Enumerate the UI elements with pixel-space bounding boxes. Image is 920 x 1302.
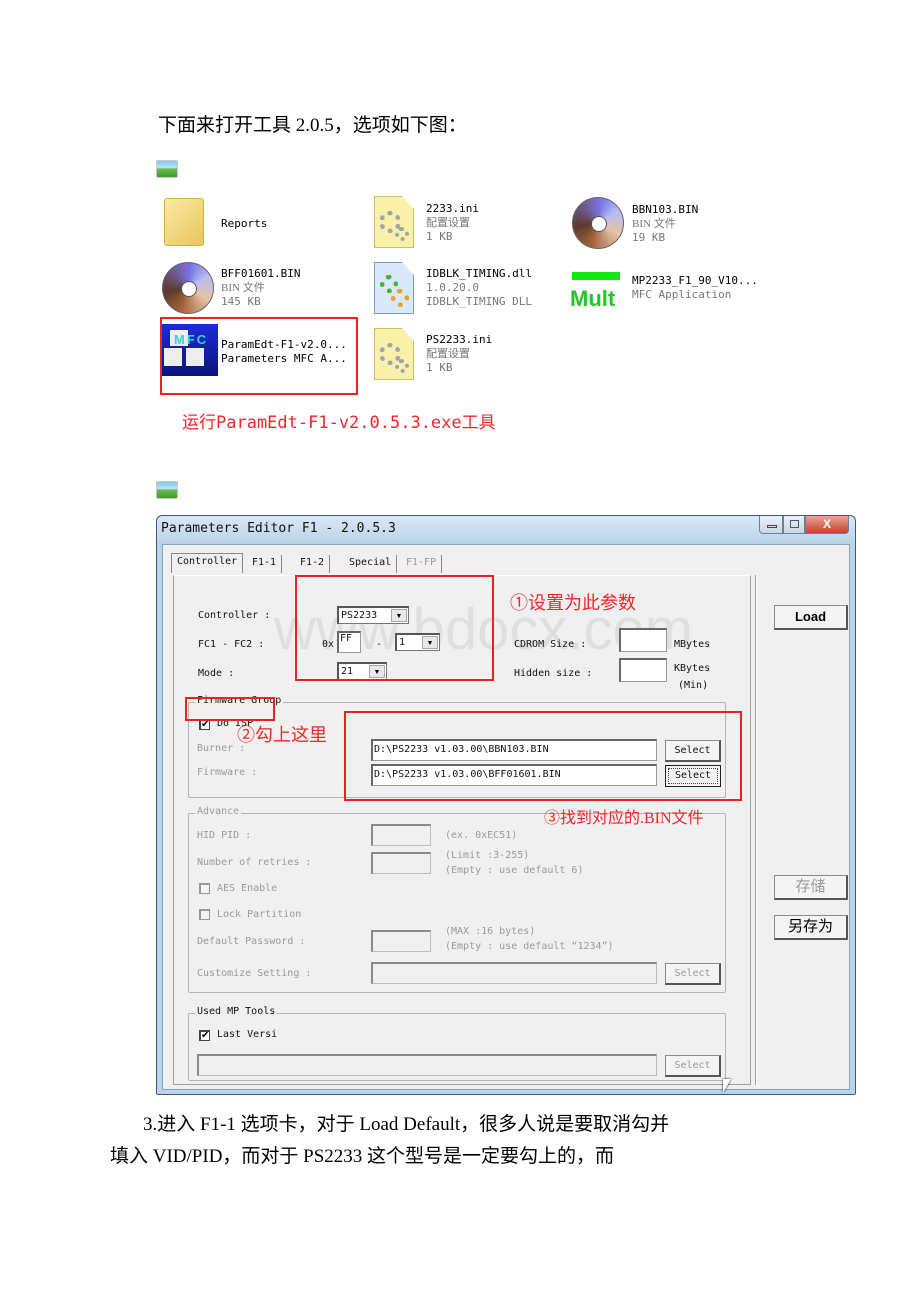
tab-f1-1[interactable]: F1-1 xyxy=(247,555,283,573)
file-size: 145 KB xyxy=(221,295,261,308)
cdrom-size-label: CDROM Size : xyxy=(514,639,587,650)
file-type: BIN 文件 xyxy=(632,218,676,230)
save-button[interactable]: 存储 xyxy=(774,875,848,900)
hid-pid-hint: (ex. 0xEC51) xyxy=(445,830,518,841)
password-hint-max: (MAX :16 bytes) xyxy=(445,926,536,937)
ini-file-icon xyxy=(374,328,414,380)
file-name: BFF01601.BIN xyxy=(221,267,301,280)
lock-partition-label: Lock Partition xyxy=(217,909,302,920)
dll-file-icon xyxy=(374,262,414,314)
hidden-unit-min: (Min) xyxy=(678,680,709,691)
file-name: MP2233_F1_90_V10... xyxy=(632,274,758,287)
file-size: 19 KB xyxy=(632,231,666,244)
file-type: 配置设置 xyxy=(426,217,470,229)
file-size: 1 KB xyxy=(426,230,453,243)
file-name: BBN103.BIN xyxy=(632,203,699,216)
window-title: Parameters Editor F1 - 2.0.5.3 xyxy=(161,521,396,536)
title-bar: Parameters Editor F1 - 2.0.5.3 X xyxy=(157,516,855,542)
divider xyxy=(755,575,757,1085)
hid-pid-input[interactable] xyxy=(371,824,431,846)
fc-label: FC1 - FC2 : xyxy=(198,639,265,650)
controller-label: Controller : xyxy=(198,610,271,621)
advance-group-title: Advance xyxy=(195,806,242,817)
customize-setting-input[interactable] xyxy=(371,962,657,984)
default-password-label: Default Password : xyxy=(197,936,306,947)
image-placeholder-icon xyxy=(156,481,178,499)
hidden-size-label: Hidden size : xyxy=(514,668,593,679)
minimize-button[interactable] xyxy=(759,516,783,534)
used-mp-tools-group: Used MP Tools ✔ Last Versi Select xyxy=(188,1006,726,1081)
hid-pid-label: HID PID : xyxy=(197,830,252,841)
file-name: 2233.ini xyxy=(426,202,479,215)
aes-enable-checkbox[interactable] xyxy=(199,883,210,894)
tab-f1-fp[interactable]: F1-FP xyxy=(401,555,443,573)
retries-input[interactable] xyxy=(371,852,431,874)
image-placeholder-icon xyxy=(156,160,178,178)
body-text-line-2: 填入 VID/PID，而对于 PS2233 这个型号是一定要勾上的，而 xyxy=(110,1146,615,1167)
file-type: 配置设置 xyxy=(426,348,470,360)
mouse-cursor-icon xyxy=(723,1079,731,1093)
save-as-button[interactable]: 另存为 xyxy=(774,915,848,940)
file-name: Reports xyxy=(221,217,268,230)
retries-hint-default: (Empty : use default 6) xyxy=(445,865,584,876)
highlight-box-do-isp xyxy=(185,697,275,721)
file-name: PS2233.ini xyxy=(426,333,493,346)
cdrom-size-input[interactable] xyxy=(619,628,667,652)
parameters-editor-window: Parameters Editor F1 - 2.0.5.3 X Control… xyxy=(156,515,856,1095)
intro-text: 下面来打开工具 2.0.5，选项如下图： xyxy=(158,115,467,136)
mp-tool-select-button[interactable]: Select xyxy=(665,1055,721,1077)
close-button[interactable]: X xyxy=(805,516,849,534)
window-client-area: Controller F1-1 F1-2 Special F1-FP www.b… xyxy=(162,544,850,1093)
highlight-box-paramedt xyxy=(160,317,358,395)
last-version-checkbox[interactable]: ✔ xyxy=(199,1030,210,1041)
file-version: 1.0.20.0 xyxy=(426,281,479,294)
annotation-step1: ①设置为此参数 xyxy=(510,593,636,613)
file-description: IDBLK_TIMING DLL xyxy=(426,295,532,308)
cd-disc-icon xyxy=(162,262,214,314)
close-icon: X xyxy=(822,517,831,531)
retries-hint-limit: (Limit :3-255) xyxy=(445,850,530,861)
customize-setting-label: Customize Setting : xyxy=(197,968,312,979)
used-mp-tools-title: Used MP Tools xyxy=(195,1006,278,1017)
file-type: BIN 文件 xyxy=(221,282,265,294)
highlight-box-controller xyxy=(295,575,494,681)
annotation-run-tool: 运行ParamEdt-F1-v2.0.5.3.exe工具 xyxy=(182,413,496,433)
customize-select-button[interactable]: Select xyxy=(665,963,721,985)
aes-enable-label: AES Enable xyxy=(217,883,278,894)
firmware-label: Firmware : xyxy=(197,767,258,778)
password-hint-default: (Empty : use default “1234”) xyxy=(445,941,614,952)
ini-file-icon xyxy=(374,196,414,248)
retries-label: Number of retries : xyxy=(197,857,312,868)
file-size: 1 KB xyxy=(426,361,453,374)
file-name: IDBLK_TIMING.dll xyxy=(426,267,532,280)
advance-group: Advance HID PID : (ex. 0xEC51) Number of… xyxy=(188,806,726,993)
tab-f1-2[interactable]: F1-2 xyxy=(295,555,331,573)
tab-special[interactable]: Special xyxy=(344,555,398,573)
maximize-button[interactable] xyxy=(783,516,805,534)
body-text-line-1: 3.进入 F1-1 选项卡，对于 Load Default，很多人说是要取消勾并 xyxy=(143,1114,670,1135)
highlight-box-bin-files xyxy=(344,711,742,801)
default-password-input[interactable] xyxy=(371,930,431,952)
load-button[interactable]: Load xyxy=(774,605,848,630)
cd-disc-icon xyxy=(572,197,624,249)
tab-controller[interactable]: Controller xyxy=(171,553,244,573)
last-version-label: Last Versi xyxy=(217,1029,278,1040)
folder-icon xyxy=(164,198,204,246)
mp-tool-path-input[interactable] xyxy=(197,1054,657,1076)
hidden-size-input[interactable] xyxy=(619,658,667,682)
file-type: MFC Application xyxy=(632,288,732,301)
lock-partition-checkbox[interactable] xyxy=(199,909,210,920)
annotation-step2: ②勾上这里 xyxy=(237,725,327,745)
hidden-unit: KBytes xyxy=(674,663,711,674)
annotation-step3: ③找到对应的.BIN文件 xyxy=(544,810,704,827)
mult-app-icon: Mult xyxy=(570,270,622,316)
cdrom-unit: MBytes xyxy=(674,639,711,650)
mode-label: Mode : xyxy=(198,668,235,679)
